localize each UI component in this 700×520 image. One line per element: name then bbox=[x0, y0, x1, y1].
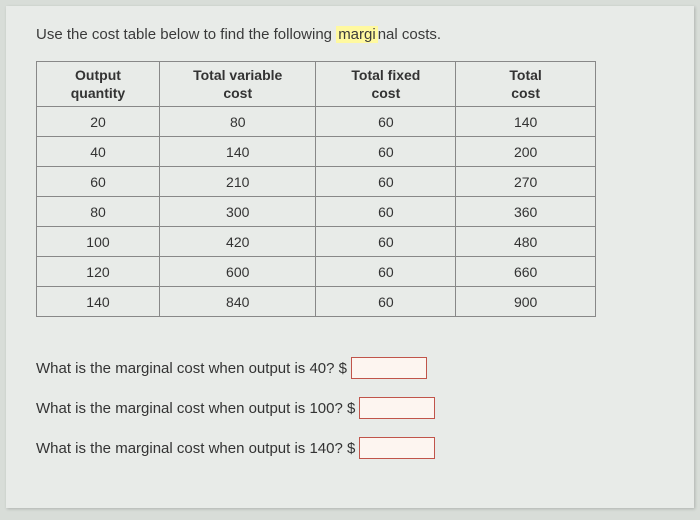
question-1: What is the marginal cost when output is… bbox=[36, 357, 664, 379]
header-tc: Total cost bbox=[456, 62, 596, 107]
cell-tfc: 60 bbox=[316, 137, 456, 167]
question-2-text: What is the marginal cost when output is… bbox=[36, 400, 355, 417]
instruction-highlight: margi bbox=[336, 26, 378, 43]
instruction-suffix: nal costs. bbox=[378, 26, 441, 43]
table-row: 140 840 60 900 bbox=[37, 287, 596, 317]
cell-tvc: 600 bbox=[159, 257, 316, 287]
header-tfc: Total fixed cost bbox=[316, 62, 456, 107]
cell-tvc: 210 bbox=[159, 167, 316, 197]
table-row: 40 140 60 200 bbox=[37, 137, 596, 167]
answer-input-100[interactable] bbox=[359, 397, 435, 419]
cell-tc: 140 bbox=[456, 107, 596, 137]
cell-tc: 480 bbox=[456, 227, 596, 257]
cell-output: 40 bbox=[37, 137, 160, 167]
cell-tc: 360 bbox=[456, 197, 596, 227]
cell-tfc: 60 bbox=[316, 197, 456, 227]
cell-output: 60 bbox=[37, 167, 160, 197]
table-header-row: Output quantity Total variable cost Tota… bbox=[37, 62, 596, 107]
cell-tvc: 80 bbox=[159, 107, 316, 137]
cell-tfc: 60 bbox=[316, 107, 456, 137]
answer-input-140[interactable] bbox=[359, 437, 435, 459]
cell-output: 80 bbox=[37, 197, 160, 227]
table-row: 20 80 60 140 bbox=[37, 107, 596, 137]
instruction-prefix: Use the cost table below to find the fol… bbox=[36, 26, 336, 43]
cell-tc: 900 bbox=[456, 287, 596, 317]
cell-output: 20 bbox=[37, 107, 160, 137]
cell-tfc: 60 bbox=[316, 227, 456, 257]
cell-tfc: 60 bbox=[316, 257, 456, 287]
worksheet-page: Use the cost table below to find the fol… bbox=[6, 6, 694, 508]
question-1-text: What is the marginal cost when output is… bbox=[36, 360, 347, 377]
question-3-text: What is the marginal cost when output is… bbox=[36, 440, 355, 457]
answer-input-40[interactable] bbox=[351, 357, 427, 379]
header-output: Output quantity bbox=[37, 62, 160, 107]
cell-output: 120 bbox=[37, 257, 160, 287]
cell-tc: 270 bbox=[456, 167, 596, 197]
cell-tfc: 60 bbox=[316, 167, 456, 197]
cell-output: 140 bbox=[37, 287, 160, 317]
question-2: What is the marginal cost when output is… bbox=[36, 397, 664, 419]
cell-tvc: 840 bbox=[159, 287, 316, 317]
table-row: 80 300 60 360 bbox=[37, 197, 596, 227]
cell-tc: 660 bbox=[456, 257, 596, 287]
table-row: 60 210 60 270 bbox=[37, 167, 596, 197]
cell-tvc: 300 bbox=[159, 197, 316, 227]
instruction-text: Use the cost table below to find the fol… bbox=[36, 26, 664, 43]
question-3: What is the marginal cost when output is… bbox=[36, 437, 664, 459]
table-row: 100 420 60 480 bbox=[37, 227, 596, 257]
header-tvc: Total variable cost bbox=[159, 62, 316, 107]
cell-output: 100 bbox=[37, 227, 160, 257]
cost-table: Output quantity Total variable cost Tota… bbox=[36, 61, 596, 317]
cell-tc: 200 bbox=[456, 137, 596, 167]
cell-tfc: 60 bbox=[316, 287, 456, 317]
cell-tvc: 140 bbox=[159, 137, 316, 167]
table-row: 120 600 60 660 bbox=[37, 257, 596, 287]
cell-tvc: 420 bbox=[159, 227, 316, 257]
